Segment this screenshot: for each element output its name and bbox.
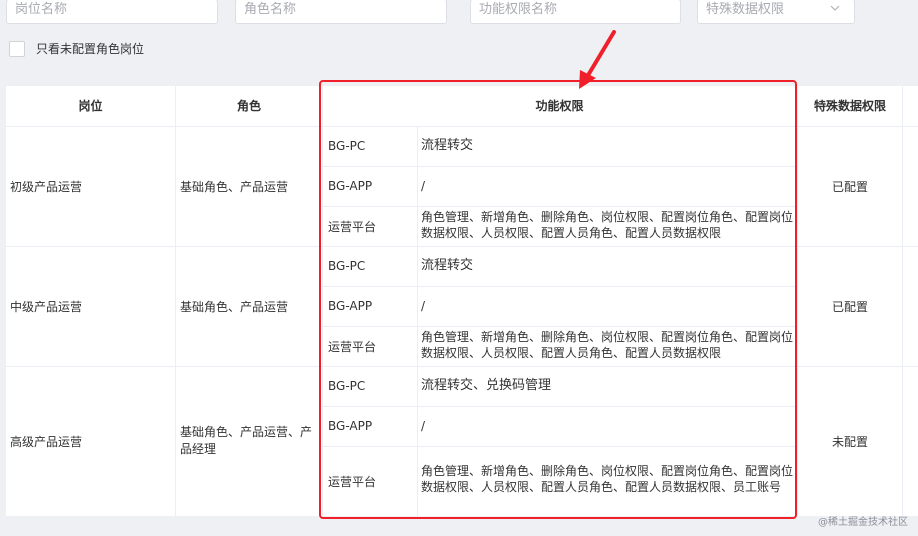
row-3-roles: 基础角色、产品运营、产品经理 <box>180 425 313 456</box>
special-select-placeholder: 特殊数据权限 <box>706 2 785 17</box>
watermark: @稀土掘金技术社区 <box>818 517 908 528</box>
row-3-position: 高级产品运营 <box>10 434 83 449</box>
annotation-arrow-icon <box>579 30 616 89</box>
row-3-special: 未配置 <box>831 434 868 449</box>
row-2-special: 已配置 <box>831 299 868 314</box>
row-1-position: 初级产品运营 <box>10 179 83 194</box>
row-2-roles: 基础角色、产品运营 <box>180 299 289 314</box>
row-2-position: 中级产品运营 <box>10 299 83 314</box>
header-position: 岗位 <box>78 99 103 113</box>
chevron-down-icon <box>830 5 840 11</box>
unconfigured-only-label: 只看未配置角色岗位 <box>36 42 145 56</box>
function-permission-input[interactable]: 功能权限名称 <box>470 0 681 24</box>
header-role: 角色 <box>236 99 261 113</box>
position-name-input[interactable]: 岗位名称 <box>6 0 218 24</box>
header-special-data-permission: 特殊数据权限 <box>813 99 886 113</box>
row-1-special: 已配置 <box>831 179 868 194</box>
unconfigured-only-checkbox[interactable] <box>9 40 25 57</box>
special-data-permission-select[interactable]: 特殊数据权限 <box>697 0 855 24</box>
role-name-input[interactable]: 角色名称 <box>235 0 447 24</box>
function-permission-highlight-box <box>319 80 797 519</box>
row-1-roles: 基础角色、产品运营 <box>180 179 289 194</box>
